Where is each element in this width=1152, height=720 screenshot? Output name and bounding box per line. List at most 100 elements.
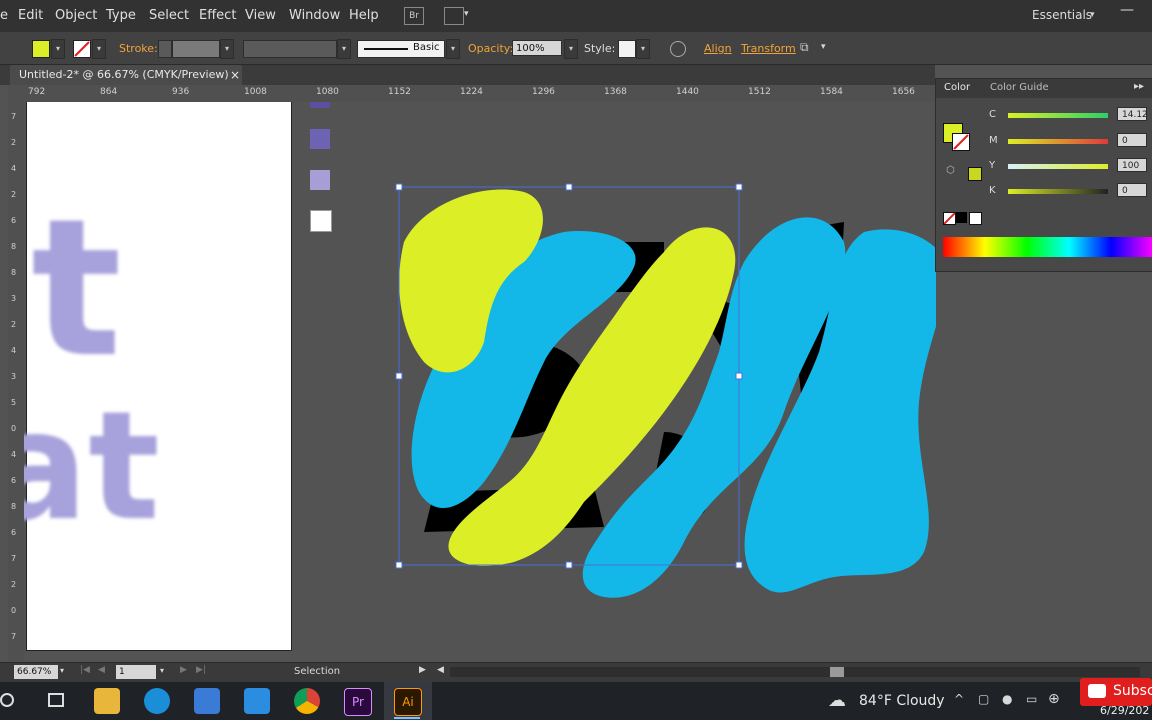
fill-dropdown[interactable]: ▾: [51, 39, 65, 59]
slider-c-value[interactable]: 14.12: [1117, 107, 1148, 121]
style-dropdown[interactable]: ▾: [636, 39, 650, 59]
isolate-object-icon[interactable]: ⧉: [800, 40, 809, 55]
color-panel: Color Color Guide ▸▸ ⬡ C 14.12 M 0 Y 100…: [935, 78, 1152, 272]
swatch-2[interactable]: [310, 170, 330, 190]
bridge-button[interactable]: Br: [404, 7, 424, 25]
align-link[interactable]: Align: [704, 42, 732, 55]
menu-help[interactable]: Help: [349, 8, 379, 23]
weather-text[interactable]: 84°F Cloudy: [859, 693, 945, 709]
panel-stroke-none-icon[interactable]: [952, 133, 970, 151]
horizontal-ruler[interactable]: 792 864 936 1008 1080 1152 1224 1296 1368 1440 151…: [24, 85, 936, 103]
show-hidden-icons-icon[interactable]: ^: [954, 692, 964, 706]
scrollbar-thumb[interactable]: [830, 667, 844, 677]
opacity-dropdown[interactable]: ▾: [564, 39, 578, 59]
swatch-3[interactable]: [310, 210, 332, 232]
transform-link[interactable]: Transform: [741, 42, 796, 55]
store-icon[interactable]: [194, 688, 220, 714]
zoom-dropdown-icon[interactable]: ▾: [60, 666, 64, 675]
stroke-label[interactable]: Stroke:: [119, 42, 158, 55]
ruler-origin[interactable]: [8, 85, 24, 102]
swatch-1[interactable]: [310, 129, 330, 149]
none-swatch-icon[interactable]: [943, 212, 956, 225]
stroke-none-icon[interactable]: [73, 40, 91, 58]
out-of-gamut-swatch[interactable]: [968, 167, 982, 181]
network-icon[interactable]: ⊕: [1048, 691, 1060, 707]
mail-icon[interactable]: [244, 688, 270, 714]
brush-dropdown[interactable]: ▾: [446, 39, 460, 59]
slider-y-track[interactable]: [1008, 164, 1108, 169]
opacity-label[interactable]: Opacity:: [468, 42, 513, 55]
current-tool-label[interactable]: Selection: [294, 666, 340, 677]
youtube-subscribe-button[interactable]: Subsc: [1080, 678, 1152, 706]
premiere-icon[interactable]: Pr: [344, 688, 372, 716]
color-spectrum[interactable]: [943, 237, 1152, 257]
next-artboard-icon[interactable]: ▶: [180, 665, 187, 675]
slider-m-track[interactable]: [1008, 139, 1108, 144]
recolor-artwork-icon[interactable]: [670, 41, 686, 57]
chrome-icon[interactable]: [294, 688, 320, 714]
canvas[interactable]: t at: [24, 102, 936, 662]
cloud-icon[interactable]: ☁: [828, 690, 846, 711]
meet-now-icon[interactable]: ▢: [978, 692, 989, 706]
minimize-icon[interactable]: —: [1120, 2, 1134, 18]
black-swatch[interactable]: [956, 212, 967, 223]
vertical-ruler[interactable]: 7 2 4 2 6 8 8 3 2 4 3 5 0 4 6 8 6 7 2 0 7: [8, 102, 25, 662]
tab-color[interactable]: Color: [944, 82, 970, 93]
battery-icon[interactable]: ▭: [1026, 692, 1037, 706]
menu-view[interactable]: View: [245, 8, 276, 23]
menu-edit[interactable]: Edit: [18, 8, 43, 23]
graphic-style-swatch[interactable]: [618, 40, 636, 58]
previous-artboard-icon[interactable]: ◀: [98, 665, 105, 675]
control-menu-chevron-icon[interactable]: ▾: [821, 42, 826, 52]
tab-color-guide[interactable]: Color Guide: [990, 82, 1049, 93]
document-tab[interactable]: Untitled-2* @ 66.67% (CMYK/Preview) ×: [10, 65, 242, 85]
edge-icon[interactable]: [144, 688, 170, 714]
profile-dropdown[interactable]: ▾: [337, 39, 351, 59]
brush-definition[interactable]: Basic: [357, 40, 445, 58]
swatch-0[interactable]: [310, 102, 330, 108]
menu-file-partial[interactable]: e: [0, 8, 8, 23]
stroke-dropdown[interactable]: ▾: [92, 39, 106, 59]
slider-k-track[interactable]: [1008, 189, 1108, 194]
ruler-h-tick: 1296: [532, 87, 555, 97]
menu-effect[interactable]: Effect: [199, 8, 236, 23]
close-tab-icon[interactable]: ×: [230, 65, 240, 85]
stroke-weight-field[interactable]: [172, 40, 220, 58]
workspace-switcher[interactable]: Essentials: [1032, 8, 1092, 22]
menu-object[interactable]: Object: [55, 8, 97, 23]
task-view-icon[interactable]: [48, 693, 64, 707]
status-menu-icon[interactable]: ▶: [419, 665, 426, 675]
artboard-number-field[interactable]: 1: [116, 665, 156, 679]
stroke-weight-stepper[interactable]: [158, 40, 172, 58]
opacity-field[interactable]: 100%: [512, 40, 562, 56]
menu-window[interactable]: Window: [289, 8, 340, 23]
artboard-dropdown-icon[interactable]: ▾: [160, 666, 164, 675]
panel-menu-icon[interactable]: ▸▸: [1134, 81, 1144, 92]
stroke-weight-dropdown[interactable]: ▾: [220, 39, 234, 59]
white-swatch[interactable]: [969, 212, 982, 225]
slider-c-track[interactable]: [1008, 113, 1108, 118]
chevron-down-icon[interactable]: ▾: [464, 9, 469, 19]
workspace-chevron-icon[interactable]: ▾: [1090, 10, 1095, 20]
illustrator-icon[interactable]: Ai: [394, 688, 422, 716]
slider-y-value[interactable]: 100: [1117, 158, 1147, 172]
search-icon[interactable]: [0, 693, 14, 707]
last-artboard-icon[interactable]: ▶|: [196, 665, 206, 675]
scroll-left-icon[interactable]: ◀: [437, 665, 444, 675]
first-artboard-icon[interactable]: |◀: [80, 665, 90, 675]
horizontal-scrollbar[interactable]: [450, 667, 1140, 677]
file-explorer-icon[interactable]: [94, 688, 120, 714]
slider-m-value[interactable]: 0: [1117, 133, 1147, 147]
microphone-icon[interactable]: ●: [1002, 692, 1012, 706]
menu-select[interactable]: Select: [149, 8, 189, 23]
variable-width-profile[interactable]: [243, 40, 337, 58]
artboard-text-t: t: [31, 178, 122, 399]
arrange-documents-icon[interactable]: [444, 7, 464, 25]
zoom-field[interactable]: 66.67%: [14, 665, 58, 679]
fill-swatch[interactable]: [32, 40, 50, 58]
menu-type[interactable]: Type: [106, 8, 136, 23]
gamut-warning-icon[interactable]: ⬡: [946, 165, 955, 176]
artboard[interactable]: t at: [24, 102, 292, 651]
slider-k-value[interactable]: 0: [1117, 183, 1147, 197]
artwork-shapes[interactable]: [364, 182, 936, 612]
